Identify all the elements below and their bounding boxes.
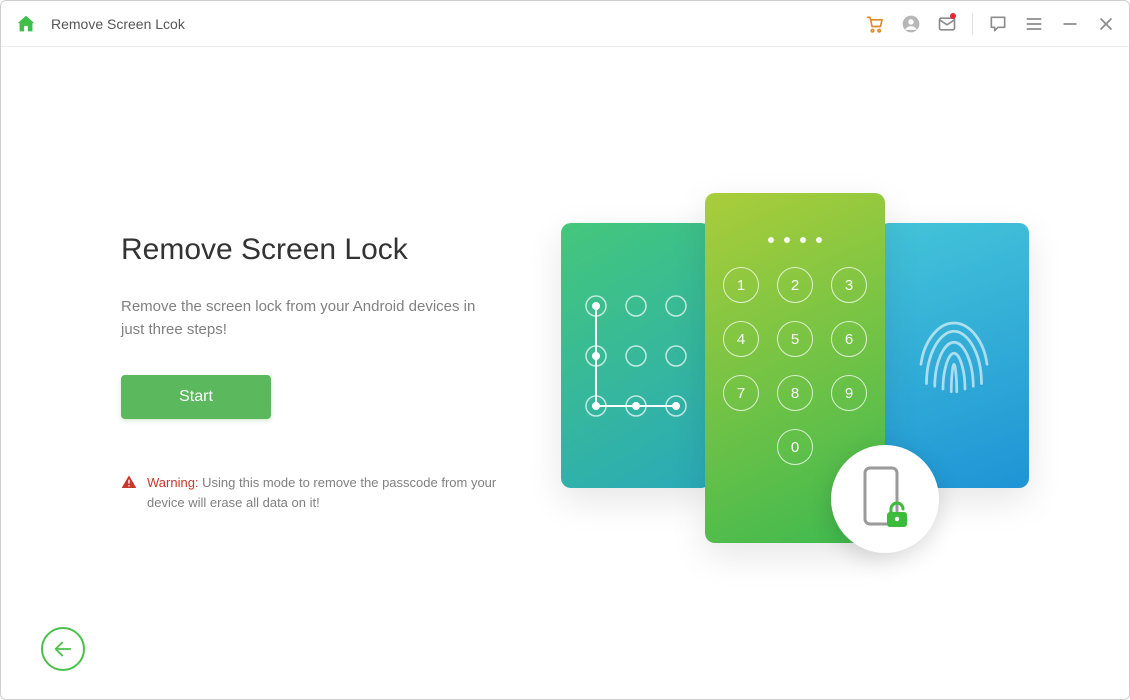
warning-row: Warning: Using this mode to remove the p… (121, 473, 511, 513)
notification-dot (950, 13, 956, 19)
keypad-key: 3 (831, 267, 867, 303)
pattern-card (561, 223, 711, 488)
illustration: 1 2 3 4 5 6 7 8 9 0 (551, 193, 1039, 553)
keypad-key: 5 (777, 321, 813, 357)
pattern-icon (576, 286, 696, 426)
start-button[interactable]: Start (121, 375, 271, 419)
phone-unlock-icon (857, 464, 913, 534)
page-title: Remove Screen Lcok (51, 16, 185, 32)
keypad: 1 2 3 4 5 6 7 8 9 0 (723, 267, 867, 465)
left-column: Remove Screen Lock Remove the screen loc… (121, 233, 511, 514)
titlebar-left: Remove Screen Lcok (15, 13, 185, 35)
keypad-key: 0 (777, 429, 813, 465)
fingerprint-icon (909, 301, 999, 411)
titlebar-divider (972, 13, 973, 35)
arrow-left-icon (52, 638, 74, 660)
warning-body: Using this mode to remove the passcode f… (147, 475, 496, 510)
minimize-button[interactable] (1059, 13, 1081, 35)
titlebar: Remove Screen Lcok (1, 1, 1129, 47)
menu-icon[interactable] (1023, 13, 1045, 35)
back-button[interactable] (41, 627, 85, 671)
home-icon[interactable] (15, 13, 37, 35)
keypad-key: 1 (723, 267, 759, 303)
warning-label: Warning: (147, 475, 199, 490)
feedback-icon[interactable] (987, 13, 1009, 35)
keypad-key: 4 (723, 321, 759, 357)
main-heading: Remove Screen Lock (121, 233, 511, 267)
keypad-key: 7 (723, 375, 759, 411)
keypad-key: 8 (777, 375, 813, 411)
warning-icon (121, 474, 137, 496)
app-window: Remove Screen Lcok (0, 0, 1130, 700)
pin-dots (768, 237, 822, 243)
close-button[interactable] (1095, 13, 1117, 35)
keypad-key: 2 (777, 267, 813, 303)
keypad-key: 9 (831, 375, 867, 411)
titlebar-right (864, 13, 1117, 35)
cart-icon[interactable] (864, 13, 886, 35)
keypad-key: 6 (831, 321, 867, 357)
warning-text: Warning: Using this mode to remove the p… (147, 473, 511, 513)
mail-icon[interactable] (936, 13, 958, 35)
user-icon[interactable] (900, 13, 922, 35)
device-unlock-badge (831, 445, 939, 553)
main-content: Remove Screen Lock Remove the screen loc… (1, 47, 1129, 699)
main-description: Remove the screen lock from your Android… (121, 295, 501, 342)
